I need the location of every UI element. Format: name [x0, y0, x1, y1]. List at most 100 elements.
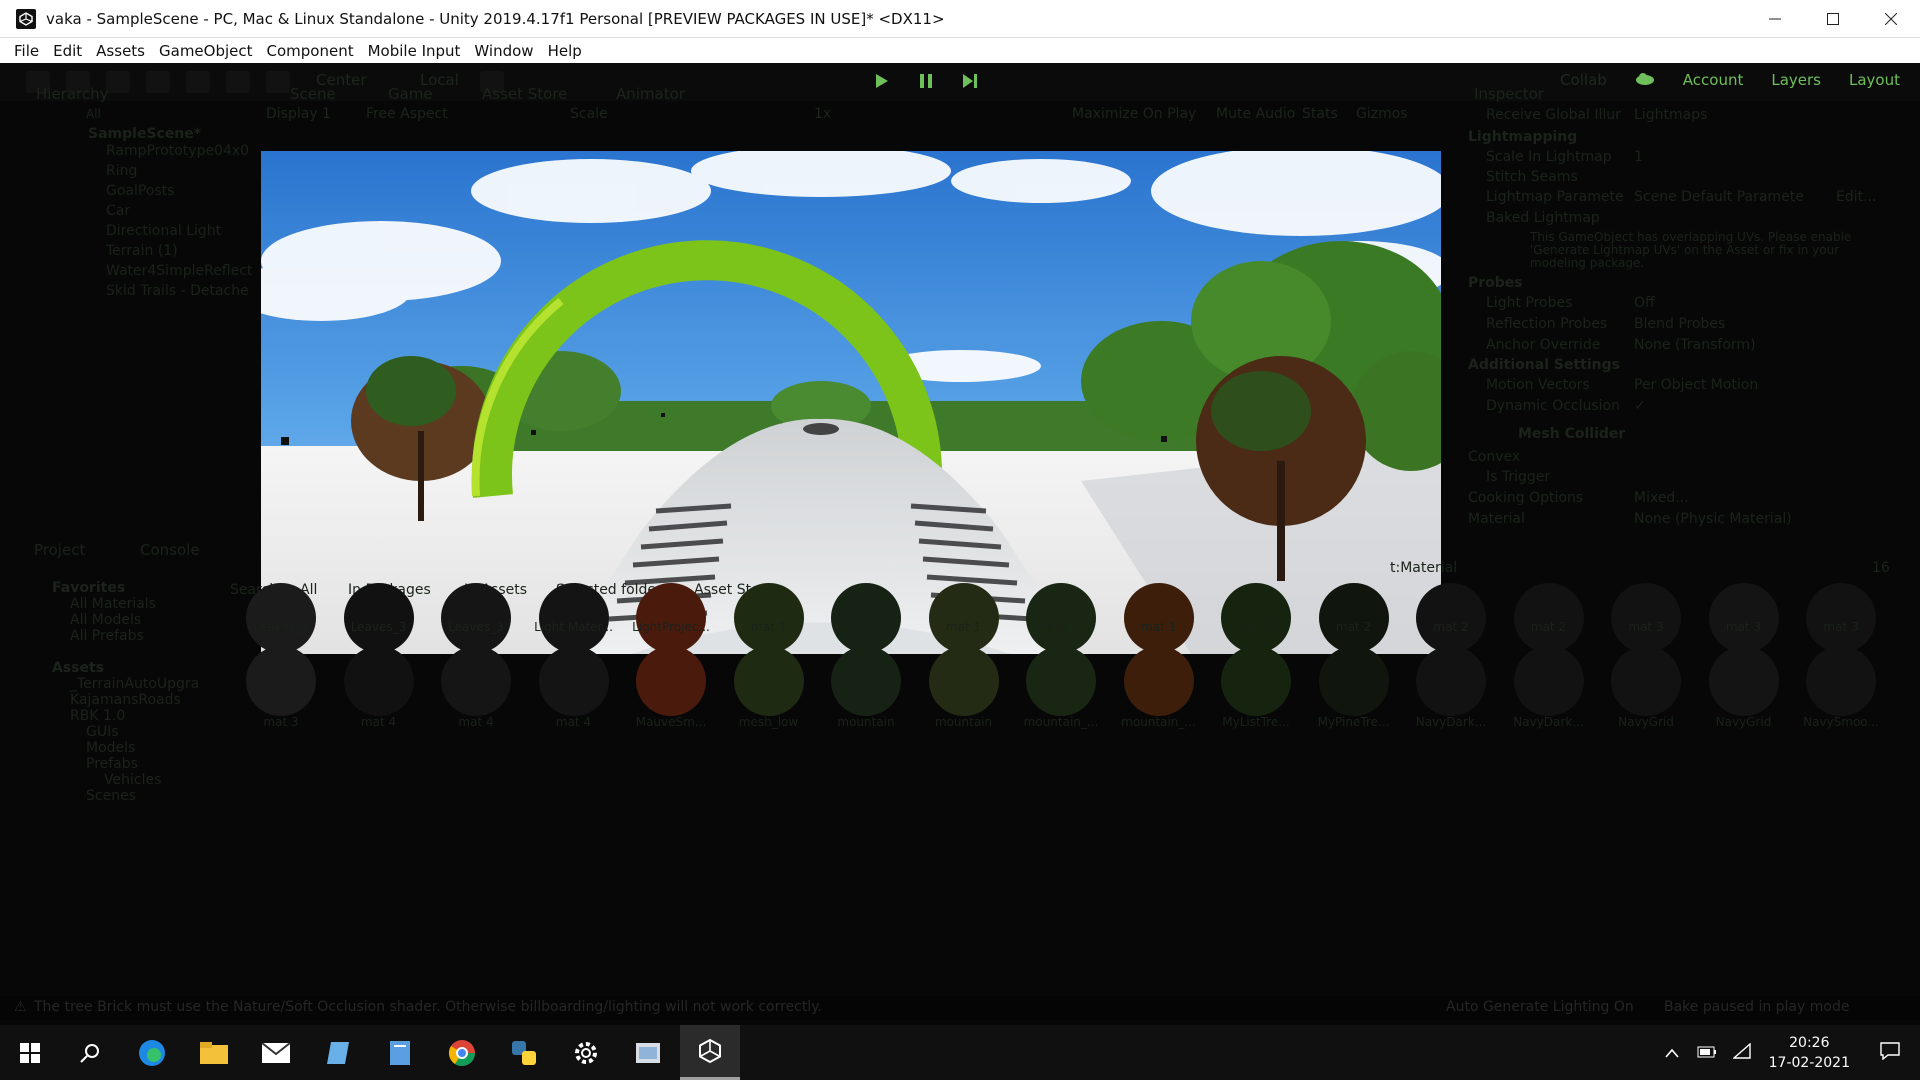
hierarchy-item[interactable]: Ring: [106, 163, 137, 179]
inspector-section[interactable]: Additional Settings: [1468, 357, 1620, 373]
folder-item[interactable]: _TerrainAutoUpgra: [70, 676, 199, 692]
maximize-icon[interactable]: [1804, 0, 1862, 38]
material-thumbnail[interactable]: [1416, 646, 1486, 716]
search-icon[interactable]: [60, 1025, 120, 1080]
game-view[interactable]: [261, 151, 1441, 654]
notifications-icon[interactable]: [1880, 1041, 1900, 1064]
menu-assets[interactable]: Assets: [96, 42, 145, 60]
windows-start-icon[interactable]: [0, 1025, 60, 1080]
transform-tool-icon[interactable]: [226, 71, 250, 93]
folder-item[interactable]: Models: [86, 740, 135, 756]
material-thumbnail[interactable]: [343, 583, 414, 653]
inspector-value[interactable]: Scene Default Paramete: [1634, 189, 1804, 205]
rotate-tool-icon[interactable]: [106, 71, 130, 93]
material-thumbnail[interactable]: [636, 646, 706, 716]
gizmos-dropdown[interactable]: Gizmos: [1356, 106, 1408, 122]
favorites-header[interactable]: Favorites: [52, 580, 125, 596]
rect-tool-icon[interactable]: [186, 71, 210, 93]
mute-audio-toggle[interactable]: Mute Audio: [1216, 106, 1295, 122]
inspector-section[interactable]: Lightmapping: [1468, 129, 1577, 145]
material-thumbnail[interactable]: [831, 646, 901, 716]
inspector-value[interactable]: Off: [1634, 295, 1655, 311]
folder-item[interactable]: RBK 1.0: [70, 708, 125, 724]
python-icon[interactable]: [494, 1025, 554, 1080]
display-dropdown[interactable]: Display 1: [266, 106, 331, 122]
material-thumbnail[interactable]: [1611, 583, 1681, 653]
tab-asset-store[interactable]: Asset Store: [482, 85, 567, 103]
battery-icon[interactable]: [1697, 1043, 1717, 1062]
material-thumbnail[interactable]: [441, 583, 511, 653]
material-thumbnail[interactable]: [343, 646, 414, 716]
material-thumbnail[interactable]: [733, 583, 804, 653]
folder-item[interactable]: Scenes: [86, 788, 136, 804]
app-icon[interactable]: [308, 1025, 368, 1080]
favorite-item[interactable]: All Materials: [70, 596, 156, 612]
hierarchy-item[interactable]: Directional Light: [106, 223, 221, 239]
scale-tool-icon[interactable]: [146, 71, 170, 93]
hierarchy-item[interactable]: Terrain (1): [106, 243, 178, 259]
material-thumbnail[interactable]: [1221, 583, 1291, 653]
minimize-icon[interactable]: [1746, 0, 1804, 38]
pause-icon[interactable]: [914, 69, 938, 93]
collab-button[interactable]: Collab: [1560, 71, 1607, 89]
material-thumbnail[interactable]: [246, 646, 316, 716]
inspector-label[interactable]: Baked Lightmap: [1486, 210, 1600, 226]
tab-animator[interactable]: Animator: [616, 85, 685, 103]
material-thumbnail[interactable]: [246, 583, 316, 653]
play-icon[interactable]: [870, 69, 894, 93]
material-thumbnail[interactable]: [1806, 646, 1876, 716]
material-thumbnail[interactable]: [1221, 646, 1291, 716]
tab-console[interactable]: Console: [140, 541, 200, 559]
unity-icon[interactable]: [680, 1025, 740, 1080]
material-thumbnail[interactable]: [1513, 646, 1584, 716]
favorite-item[interactable]: All Prefabs: [70, 628, 144, 644]
material-thumbnail[interactable]: [831, 583, 901, 653]
folder-item[interactable]: KajamansRoads: [70, 692, 181, 708]
menu-component[interactable]: Component: [267, 42, 354, 60]
hierarchy-item[interactable]: Car: [106, 203, 130, 219]
mesh-collider-header[interactable]: Mesh Collider: [1518, 426, 1625, 442]
stats-toggle[interactable]: Stats: [1302, 106, 1338, 122]
material-thumbnail[interactable]: [636, 583, 706, 653]
material-thumbnail[interactable]: [733, 646, 804, 716]
settings-icon[interactable]: [556, 1025, 616, 1080]
inspector-tab[interactable]: Inspector: [1474, 85, 1544, 103]
tab-project[interactable]: Project: [34, 541, 85, 559]
edge-icon[interactable]: [122, 1025, 182, 1080]
scene-root[interactable]: SampleScene*: [88, 126, 201, 142]
material-thumbnail[interactable]: [1318, 646, 1389, 716]
inspector-section[interactable]: Probes: [1468, 275, 1523, 291]
material-thumbnail[interactable]: [441, 646, 511, 716]
chevron-up-icon[interactable]: [1665, 1043, 1679, 1062]
folder-item[interactable]: GUIs: [86, 724, 119, 740]
layers-dropdown[interactable]: Layers: [1771, 71, 1821, 89]
cloud-icon[interactable]: [1635, 71, 1655, 89]
layout-dropdown[interactable]: Layout: [1849, 71, 1900, 89]
inspector-value[interactable]: None (Physic Material): [1634, 511, 1792, 527]
mail-icon[interactable]: [246, 1025, 306, 1080]
notes-icon[interactable]: [370, 1025, 430, 1080]
material-thumbnail[interactable]: [1123, 646, 1194, 716]
chrome-icon[interactable]: [432, 1025, 492, 1080]
status-warning[interactable]: The tree Brick must use the Nature/Soft …: [34, 999, 822, 1015]
material-thumbnail[interactable]: [1513, 583, 1584, 653]
material-thumbnail[interactable]: [538, 583, 609, 653]
inspector-value[interactable]: Blend Probes: [1634, 316, 1725, 332]
folder-item[interactable]: Prefabs: [86, 756, 138, 772]
material-thumbnail[interactable]: [1416, 583, 1486, 653]
hierarchy-item[interactable]: RampPrototype04x0: [106, 143, 249, 159]
clock[interactable]: 20:26 17-02-2021: [1769, 1033, 1850, 1073]
menu-edit[interactable]: Edit: [53, 42, 82, 60]
material-thumbnail[interactable]: [1318, 583, 1389, 653]
material-thumbnail[interactable]: [1708, 646, 1779, 716]
menu-help[interactable]: Help: [548, 42, 582, 60]
material-thumbnail[interactable]: [1708, 583, 1779, 653]
maximize-on-play-toggle[interactable]: Maximize On Play: [1072, 106, 1196, 122]
custom-tool-icon[interactable]: [266, 71, 290, 93]
material-thumbnail[interactable]: [1123, 583, 1194, 653]
material-thumbnail[interactable]: [538, 646, 609, 716]
hierarchy-item[interactable]: GoalPosts: [106, 183, 174, 199]
menu-mobile-input[interactable]: Mobile Input: [368, 42, 461, 60]
step-icon[interactable]: [958, 69, 982, 93]
hierarchy-search[interactable]: All: [86, 107, 101, 121]
